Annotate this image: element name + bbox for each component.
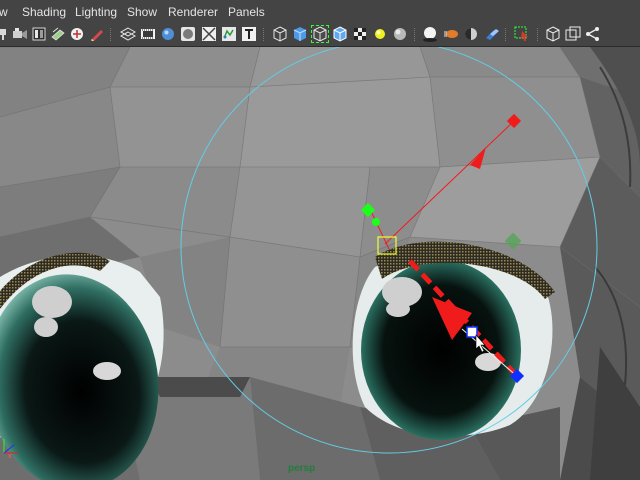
smooth-shade-icon[interactable] — [292, 26, 308, 42]
safe-title-icon[interactable] — [241, 26, 257, 42]
toolbar-separator — [263, 28, 265, 42]
right-eye — [352, 241, 555, 440]
panel-toolbar — [0, 24, 640, 47]
use-all-lights-icon[interactable] — [372, 26, 388, 42]
camera-2d-pan-icon[interactable] — [69, 26, 85, 42]
multisample-aa-icon[interactable] — [463, 26, 479, 42]
resolution-gate-icon[interactable] — [160, 26, 176, 42]
default-material-icon[interactable] — [332, 26, 348, 42]
toolbar-separator — [505, 28, 507, 42]
maya-viewport-panel: w Shading Lighting Show Renderer Panels — [0, 0, 640, 480]
pin-icon[interactable] — [0, 26, 12, 42]
motion-blur-icon[interactable] — [443, 26, 459, 42]
camera-name-label: persp — [288, 463, 316, 474]
image-plane-icon[interactable] — [50, 26, 66, 42]
grid-icon[interactable] — [120, 26, 136, 42]
safe-action-icon[interactable] — [221, 26, 237, 42]
svg-text:x: x — [8, 453, 12, 459]
camera-attributes-icon[interactable] — [12, 26, 28, 42]
film-gate-icon[interactable] — [140, 26, 156, 42]
xray-active-components-icon[interactable] — [565, 26, 581, 42]
textured-icon[interactable] — [352, 26, 368, 42]
xray-joints-icon[interactable] — [585, 26, 601, 42]
toolbar-separator — [110, 28, 112, 42]
screen-space-ambient-occlusion-icon[interactable] — [422, 26, 438, 42]
wireframe-icon[interactable] — [272, 26, 288, 42]
gate-mask-icon[interactable] — [180, 26, 196, 42]
menu-shading[interactable]: Shading — [22, 5, 66, 19]
grease-pencil-icon[interactable] — [89, 26, 105, 42]
depth-of-field-icon[interactable] — [484, 26, 500, 42]
menu-renderer[interactable]: Renderer — [168, 5, 218, 19]
toolbar-separator — [414, 28, 416, 42]
view-axis-indicator: x — [0, 435, 24, 460]
viewport-scene — [0, 47, 640, 480]
menu-view[interactable]: w — [0, 5, 8, 19]
wireframe-on-shaded-icon[interactable] — [311, 25, 329, 43]
perspective-viewport[interactable]: persp x — [0, 47, 640, 480]
field-chart-icon[interactable] — [201, 26, 217, 42]
menu-lighting[interactable]: Lighting — [75, 5, 117, 19]
panel-menubar: w Shading Lighting Show Renderer Panels — [0, 0, 640, 25]
menu-panels[interactable]: Panels — [228, 5, 265, 19]
toolbar-separator — [537, 28, 539, 42]
xray-icon[interactable] — [545, 26, 561, 42]
isolate-select-icon[interactable] — [514, 26, 530, 42]
shadows-icon[interactable] — [392, 26, 408, 42]
menu-show[interactable]: Show — [127, 5, 157, 19]
bookmark-icon[interactable] — [31, 26, 47, 42]
